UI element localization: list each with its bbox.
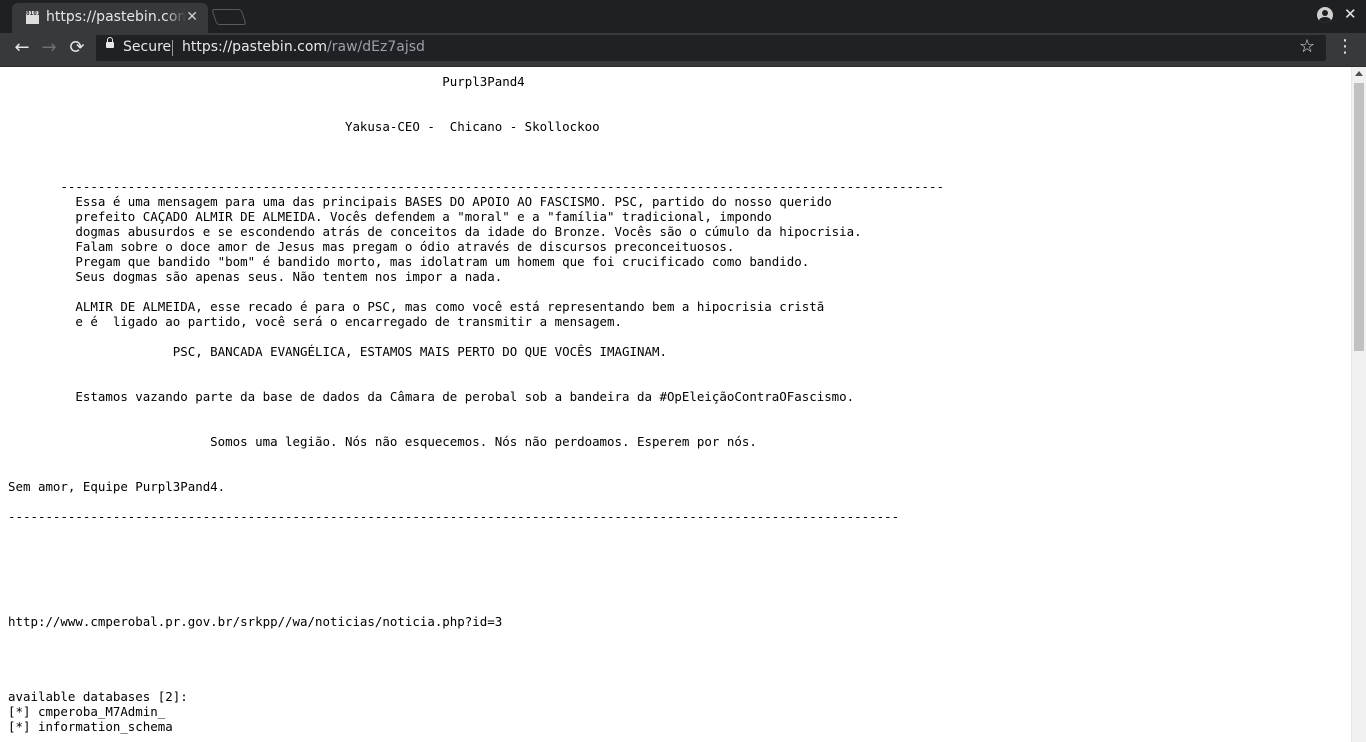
tab-pastebin[interactable]: 010101 https://pastebin.com/raw/dEz7ajsd… — [12, 3, 208, 33]
pastebin-favicon-icon: 010101 — [26, 11, 39, 24]
paste-raw-text: Purpl3Pand4 Yakusa-CEO - Chicano - Skoll… — [8, 74, 945, 734]
tab-close-icon[interactable]: ✕ — [186, 9, 198, 25]
new-tab-button[interactable] — [211, 9, 247, 25]
bookmark-star-icon[interactable]: ☆ — [1299, 36, 1315, 57]
secure-label[interactable]: Secure — [123, 39, 171, 55]
browser-toolbar: ← → ⟳ Secure https://pastebin.com/raw/dE… — [0, 33, 1366, 67]
vertical-scrollbar[interactable] — [1351, 67, 1366, 742]
forward-arrow-icon[interactable]: → — [37, 33, 61, 63]
url-host: https://pastebin.com — [182, 39, 328, 55]
url-text[interactable]: https://pastebin.com/raw/dEz7ajsd — [182, 39, 425, 55]
account-icon[interactable] — [1317, 7, 1333, 23]
address-bar-divider — [172, 40, 173, 56]
browser-menu-icon[interactable]: ⋮ — [1336, 37, 1354, 57]
scroll-up-arrow-icon[interactable] — [1355, 71, 1363, 76]
address-bar[interactable]: Secure https://pastebin.com/raw/dEz7ajsd… — [96, 35, 1326, 61]
tab-title: https://pastebin.com/raw/dEz7ajsd — [46, 9, 186, 25]
window-close-icon[interactable]: ✕ — [1344, 5, 1357, 23]
url-path: /raw/dEz7ajsd — [327, 39, 425, 55]
scrollbar-thumb[interactable] — [1354, 83, 1364, 351]
back-arrow-icon[interactable]: ← — [10, 33, 34, 63]
lock-icon[interactable] — [106, 37, 114, 48]
tab-strip: 010101 https://pastebin.com/raw/dEz7ajsd… — [0, 0, 1366, 33]
page-content: Purpl3Pand4 Yakusa-CEO - Chicano - Skoll… — [0, 67, 1351, 742]
reload-icon[interactable]: ⟳ — [65, 33, 89, 63]
